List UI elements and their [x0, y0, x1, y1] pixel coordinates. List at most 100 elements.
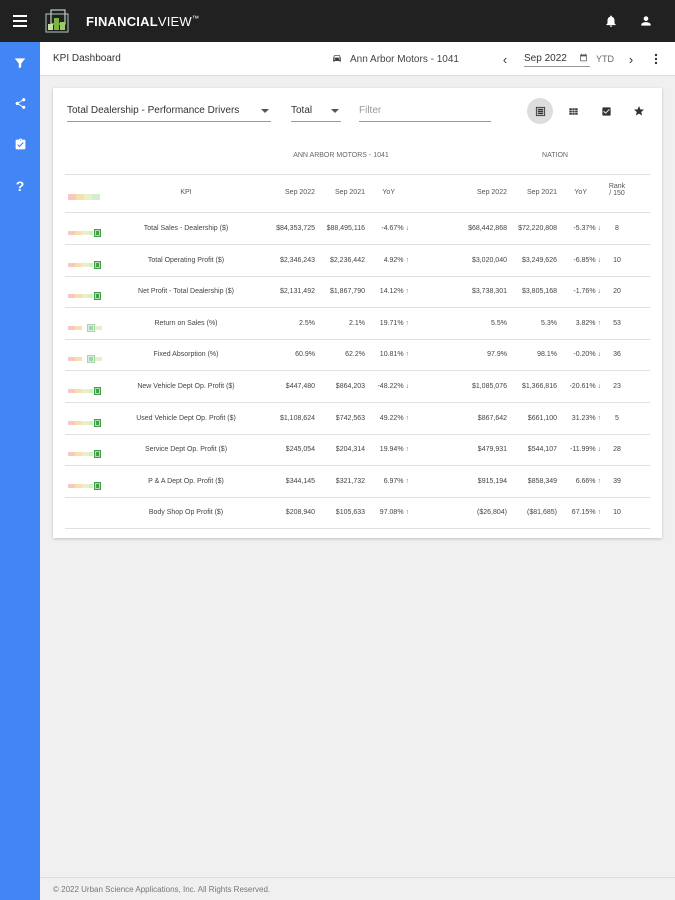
- dealer-prior-value: $2,236,442: [329, 256, 365, 264]
- table-row[interactable]: Used Vehicle Dept Op. Profit ($) $1,108,6…: [53, 403, 662, 435]
- dealer-yoy: 19.71% ↑: [365, 320, 409, 327]
- arrow-up-icon: ↑: [405, 256, 410, 264]
- kpi-name[interactable]: Service Dept Op. Profit ($): [111, 446, 261, 453]
- dealer-yoy: 6.97% ↑: [365, 478, 409, 485]
- kpi-name[interactable]: Net Profit - Total Dealership ($): [111, 288, 261, 295]
- table-row[interactable]: Total Sales - Dealership ($) $84,353,725 $…: [53, 213, 662, 245]
- rank-value: 28: [613, 446, 621, 454]
- kpi-name[interactable]: Body Shop Op Profit ($): [111, 509, 261, 516]
- kpi-name[interactable]: Return on Sales (%): [111, 320, 261, 327]
- nation-yoy: 67.15% ↑: [557, 509, 601, 516]
- star-icon[interactable]: [626, 98, 652, 124]
- share-icon[interactable]: [0, 83, 40, 124]
- table-row[interactable]: Return on Sales (%) 2.5% 2.1% 19.71% ↑ 5.5% 5…: [53, 308, 662, 340]
- chevron-right-icon[interactable]: ›: [623, 42, 639, 76]
- dealer-yoy-value: 97.08%: [379, 509, 404, 517]
- nation-current-value: $867,642: [477, 414, 507, 422]
- scope-select[interactable]: Total: [291, 100, 341, 122]
- kpi-name[interactable]: New Vehicle Dept Op. Profit ($): [111, 383, 261, 390]
- performance-meter-icon: [68, 414, 104, 427]
- nation-prior-value: 98.1%: [537, 351, 557, 359]
- arrow-down-icon: ↓: [597, 351, 602, 359]
- rank-value: 20: [613, 288, 621, 296]
- table-view-icon[interactable]: [527, 98, 553, 124]
- clipboard-icon[interactable]: [0, 124, 40, 165]
- dealer-prior-value: $1,867,790: [329, 288, 365, 296]
- dealer-yoy-value: 49.22%: [379, 414, 404, 422]
- dealer-current-value: $2,131,492: [279, 288, 315, 296]
- nation-yoy-value: 3.82%: [575, 319, 596, 327]
- more-vert-icon[interactable]: [648, 42, 664, 76]
- help-icon[interactable]: ?: [0, 165, 40, 206]
- report-select[interactable]: Total Dealership - Performance Drivers: [67, 100, 271, 122]
- col-dealer-yoy[interactable]: YoY: [365, 189, 395, 196]
- table-row[interactable]: P & A Dept Op. Profit ($) $344,145 $321,73…: [53, 466, 662, 498]
- dealer-prior-value: $742,563: [335, 414, 365, 422]
- col-nation-cur[interactable]: Sep 2022: [453, 189, 507, 196]
- hamburger-menu-icon[interactable]: [0, 0, 40, 42]
- arrow-up-icon: ↑: [405, 288, 410, 296]
- rank-value: 10: [613, 256, 621, 264]
- rank-value: 39: [613, 477, 621, 485]
- kpi-name[interactable]: Used Vehicle Dept Op. Profit ($): [111, 415, 261, 422]
- col-dealer-prev[interactable]: Sep 2021: [315, 189, 365, 196]
- period-picker[interactable]: Sep 2022: [524, 51, 590, 67]
- dealer-prior-value: $105,633: [335, 509, 365, 517]
- dealer-current-value: $208,940: [285, 509, 315, 517]
- table-row[interactable]: Total Operating Profit ($) $2,346,243 $2,2…: [53, 245, 662, 277]
- performance-meter-icon: [68, 445, 104, 459]
- col-nation-yoy[interactable]: YoY: [557, 189, 587, 196]
- table-row[interactable]: Fixed Absorption (%) 60.9% 62.2% 10.81% ↑ 97…: [53, 339, 662, 372]
- col-dealer-cur[interactable]: Sep 2022: [261, 189, 315, 196]
- dealer-yoy-value: -48.22%: [377, 383, 404, 390]
- kpi-name[interactable]: Fixed Absorption (%): [111, 351, 261, 358]
- dealer-yoy: 14.12% ↑: [365, 288, 409, 295]
- kpi-name[interactable]: P & A Dept Op. Profit ($): [111, 478, 261, 485]
- table-row[interactable]: New Vehicle Dept Op. Profit ($) $447,480 $…: [53, 371, 662, 403]
- divider: [65, 528, 650, 530]
- table-row[interactable]: Service Dept Op. Profit ($) $245,054 $204,…: [53, 434, 662, 467]
- dealer-yoy-value: -4.67%: [381, 225, 404, 232]
- col-nation-prev[interactable]: Sep 2021: [507, 189, 557, 196]
- bell-icon[interactable]: [593, 0, 628, 42]
- filter-icon[interactable]: [0, 42, 40, 83]
- dealer-selector[interactable]: Ann Arbor Motors - 1041: [332, 42, 459, 76]
- dealer-yoy-value: 4.92%: [383, 256, 404, 264]
- dealer-group-header: ANN ARBOR MOTORS - 1041: [293, 152, 389, 159]
- performance-meter-icon: [68, 256, 104, 269]
- filter-input[interactable]: [359, 100, 491, 122]
- nation-current-value: $68,442,868: [468, 225, 507, 232]
- rank-value: 36: [613, 351, 621, 359]
- col-kpi[interactable]: KPI: [111, 189, 261, 196]
- checkbox-icon[interactable]: [593, 98, 619, 124]
- chevron-left-icon[interactable]: ‹: [497, 42, 513, 76]
- nation-yoy-value: -11.99%: [569, 446, 596, 454]
- nation-yoy: 6.66% ↑: [557, 478, 601, 485]
- arrow-up-icon: ↑: [405, 414, 410, 422]
- nation-yoy-value: 6.66%: [575, 477, 596, 485]
- kpi-name[interactable]: Total Operating Profit ($): [111, 257, 261, 264]
- grid-view-icon[interactable]: [560, 98, 586, 124]
- user-account-icon[interactable]: [628, 0, 663, 42]
- arrow-down-icon: ↓: [597, 225, 602, 232]
- nation-yoy: -5.37% ↓: [557, 225, 601, 232]
- calendar-icon[interactable]: [579, 53, 588, 65]
- nation-yoy-value: -6.85%: [573, 256, 596, 264]
- col-rank[interactable]: Rank / 150: [605, 183, 629, 197]
- rank-value: 8: [615, 225, 619, 232]
- table-row[interactable]: Body Shop Op Profit ($) $208,940 $105,633 9…: [53, 497, 662, 530]
- dealer-name: Ann Arbor Motors - 1041: [350, 53, 459, 65]
- nation-prior-value: $1,366,816: [521, 383, 557, 390]
- period-mode[interactable]: YTD: [596, 42, 614, 76]
- table-row[interactable]: Net Profit - Total Dealership ($) $2,131,…: [53, 276, 662, 309]
- dealer-prior-value: 62.2%: [345, 351, 365, 359]
- arrow-up-icon: ↑: [597, 477, 602, 485]
- dealer-prior-value: $864,203: [335, 383, 365, 390]
- performance-meter-icon: [68, 224, 104, 237]
- dealer-yoy-value: 19.94%: [379, 446, 404, 454]
- performance-meter-icon: [68, 287, 104, 301]
- nation-yoy-value: 67.15%: [571, 509, 596, 517]
- kpi-name[interactable]: Total Sales - Dealership ($): [111, 225, 261, 232]
- scope-select-value: Total: [291, 105, 313, 116]
- dealer-yoy: 4.92% ↑: [365, 257, 409, 264]
